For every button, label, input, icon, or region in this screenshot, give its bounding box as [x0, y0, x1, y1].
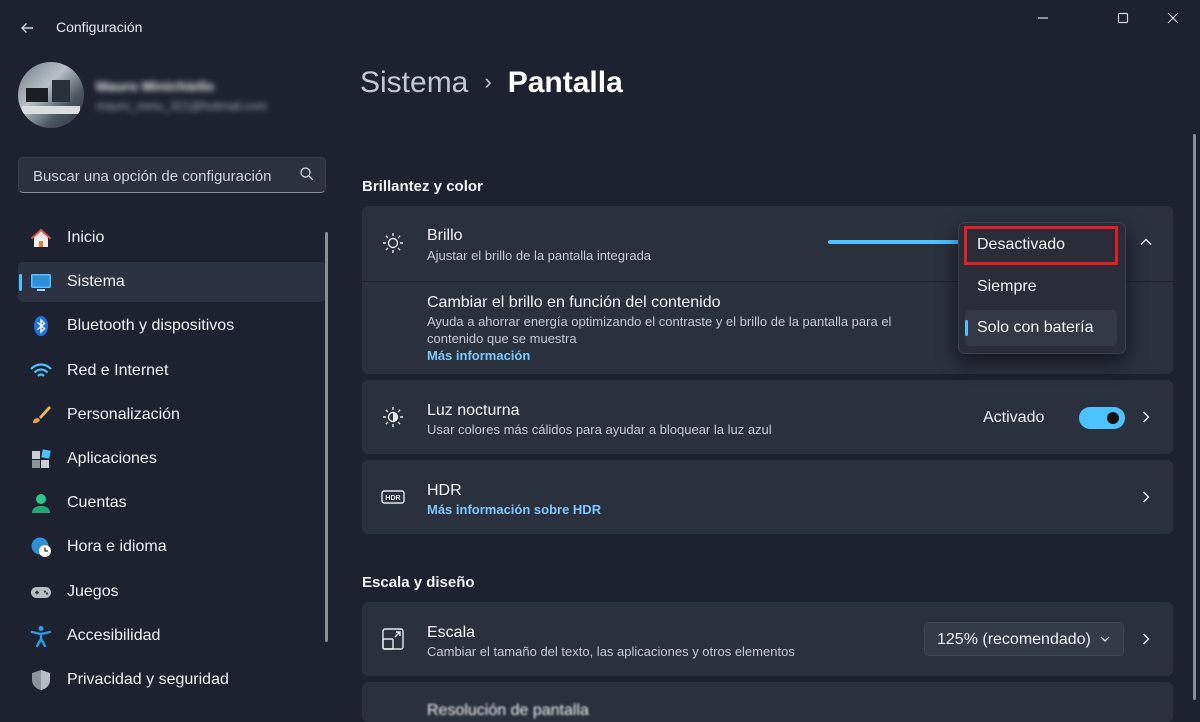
- scale-icon: [382, 628, 404, 650]
- content-brightness-subtitle-line1: Ayuda a ahorrar energía optimizando el c…: [427, 314, 892, 329]
- maximize-button[interactable]: [1100, 8, 1146, 30]
- app-title: Configuración: [56, 19, 143, 35]
- section-header-brightness: Brillantez y color: [362, 178, 483, 195]
- sidebar-item-cuentas[interactable]: Cuentas: [18, 483, 326, 523]
- content-brightness-subtitle-line2: contenido que se muestra: [427, 331, 577, 346]
- minimize-icon: [1038, 17, 1048, 19]
- selection-indicator: [19, 274, 22, 292]
- section-header-scale: Escala y diseño: [362, 574, 475, 591]
- sun-icon: [383, 233, 403, 253]
- sidebar-item-label: Juegos: [67, 582, 119, 600]
- search-input[interactable]: [31, 158, 295, 194]
- wifi-icon: [30, 362, 52, 377]
- chevron-right-icon: [1143, 411, 1150, 423]
- chevron-right-icon: [1143, 491, 1150, 503]
- minimize-button[interactable]: [1020, 8, 1066, 30]
- selection-indicator: [965, 320, 968, 336]
- chevron-right-icon: [1143, 633, 1150, 645]
- sidebar-item-sistema[interactable]: Sistema: [18, 262, 326, 303]
- arrow-left-icon: [21, 23, 33, 33]
- sidebar-item-privacidad[interactable]: Privacidad y seguridad: [18, 660, 326, 700]
- resolution-card[interactable]: Resolución de pantalla: [362, 682, 1173, 722]
- back-button[interactable]: [14, 16, 40, 40]
- sidebar-item-label: Inicio: [67, 229, 105, 246]
- home-icon: [30, 228, 52, 247]
- scale-subtitle: Cambiar el tamaño del texto, las aplicac…: [427, 644, 795, 659]
- sidebar-item-label: Hora e idioma: [67, 538, 167, 556]
- option-label: Siempre: [977, 278, 1037, 295]
- hdr-icon: HDR: [381, 490, 405, 504]
- monitor-icon: [31, 274, 51, 292]
- night-light-state: Activado: [983, 409, 1045, 426]
- sidebar-item-accesibilidad[interactable]: Accesibilidad: [18, 616, 326, 656]
- apps-icon: [32, 449, 51, 468]
- night-light-icon: [383, 407, 403, 427]
- option-solo-con-bateria[interactable]: Solo con batería: [965, 310, 1117, 346]
- hdr-title: HDR: [427, 482, 462, 499]
- globe-clock-icon: [31, 537, 51, 558]
- sidebar-item-label: Bluetooth y dispositivos: [67, 317, 235, 335]
- user-email: mauro_mmu_321@hotmail.com: [96, 99, 267, 113]
- sidebar-item-label: Accesibilidad: [67, 626, 161, 644]
- hdr-more-info-link[interactable]: Más información sobre HDR: [427, 502, 601, 517]
- sidebar-item-personalizacion[interactable]: Personalización: [18, 395, 326, 435]
- sidebar-item-aplicaciones[interactable]: Aplicaciones: [18, 439, 326, 479]
- sidebar-item-hora[interactable]: Hora e idioma: [18, 527, 326, 567]
- scale-select-value: 125% (recomendado): [937, 631, 1091, 648]
- sidebar-item-label: Aplicaciones: [67, 449, 157, 467]
- title-bar: Configuración: [0, 0, 1200, 56]
- hdr-card[interactable]: HDR HDR Más información sobre HDR: [362, 460, 1173, 534]
- sidebar-item-red[interactable]: Red e Internet: [18, 351, 326, 391]
- sidebar-item-label: Cuentas: [67, 494, 127, 512]
- search-icon[interactable]: [299, 166, 315, 182]
- chevron-up-icon[interactable]: [1138, 234, 1154, 250]
- search-box: [18, 157, 326, 194]
- toggle-knob: [1107, 412, 1119, 424]
- sidebar-item-label: Sistema: [67, 273, 125, 291]
- brightness-slider[interactable]: [828, 240, 968, 244]
- breadcrumb-parent[interactable]: Sistema: [360, 66, 468, 99]
- main-scrollbar[interactable]: [1193, 134, 1196, 700]
- sidebar-scrollbar[interactable]: [325, 232, 328, 642]
- close-button[interactable]: [1150, 8, 1196, 30]
- sidebar-item-label: Privacidad y seguridad: [67, 670, 229, 688]
- night-light-title: Luz nocturna: [427, 402, 520, 419]
- shield-icon: [32, 669, 50, 690]
- maximize-icon: [1117, 12, 1129, 24]
- content-brightness-title: Cambiar el brillo en función del conteni…: [427, 294, 721, 311]
- chevron-down-icon: [1100, 636, 1110, 642]
- scale-title: Escala: [427, 624, 476, 641]
- sidebar-item-bluetooth[interactable]: Bluetooth y dispositivos: [18, 306, 326, 346]
- brightness-title: Brillo: [427, 227, 463, 244]
- sidebar-item-label: Personalización: [67, 405, 180, 423]
- chevron-right-icon: ›: [484, 69, 492, 94]
- close-icon: [1167, 12, 1179, 24]
- highlight-box: [964, 226, 1118, 265]
- night-light-subtitle: Usar colores más cálidos para ayudar a b…: [427, 422, 772, 437]
- brush-icon: [33, 405, 51, 423]
- svg-text:HDR: HDR: [385, 495, 400, 502]
- avatar: [18, 62, 84, 128]
- sidebar-item-label: Red e Internet: [67, 361, 169, 379]
- sidebar-item-juegos[interactable]: Juegos: [18, 572, 326, 612]
- more-info-link[interactable]: Más información: [427, 348, 530, 363]
- sidebar-nav: Inicio Sistema Bluetooth y dispositivos …: [18, 218, 326, 704]
- user-profile[interactable]: Mauro Minichiello mauro_mmu_321@hotmail.…: [18, 62, 318, 130]
- brightness-subtitle: Ajustar el brillo de la pantalla integra…: [427, 248, 652, 263]
- night-light-toggle[interactable]: [1079, 407, 1125, 429]
- accessibility-icon: [30, 625, 52, 647]
- option-label: Solo con batería: [977, 319, 1094, 336]
- page-title: Pantalla: [507, 66, 623, 99]
- night-light-card[interactable]: Luz nocturna Usar colores más cálidos pa…: [362, 380, 1173, 454]
- sidebar-item-inicio[interactable]: Inicio: [18, 218, 326, 258]
- resolution-title: Resolución de pantalla: [427, 702, 589, 719]
- gamepad-icon: [31, 586, 51, 598]
- person-icon: [32, 494, 50, 514]
- scale-select[interactable]: 125% (recomendado): [924, 622, 1124, 656]
- bluetooth-icon: [34, 316, 48, 337]
- user-name: Mauro Minichiello: [96, 78, 215, 94]
- option-siempre[interactable]: Siempre: [965, 269, 1117, 305]
- breadcrumb: Sistema › Pantalla: [360, 66, 623, 100]
